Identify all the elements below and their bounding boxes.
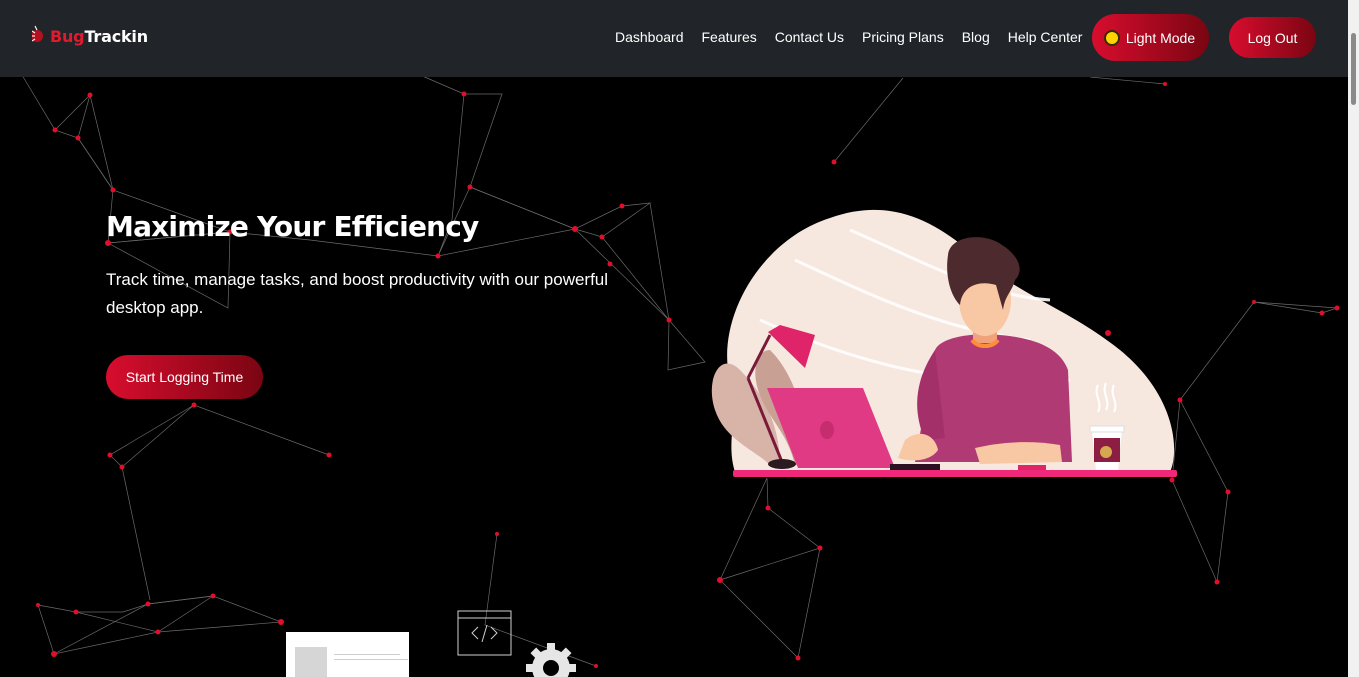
- bug-logo-icon: [31, 23, 48, 49]
- desk-worker-illustration: [711, 209, 1177, 477]
- logout-button[interactable]: Log Out: [1229, 17, 1316, 58]
- code-window-icon: [457, 610, 512, 656]
- start-logging-time-button[interactable]: Start Logging Time: [106, 355, 263, 399]
- gear-icon: [526, 643, 576, 677]
- hero-title: Maximize Your Efficiency: [106, 210, 479, 243]
- card-line: [334, 654, 400, 655]
- card-line: [334, 659, 408, 660]
- card-thumbnail: [295, 647, 327, 677]
- page-scrollbar[interactable]: [1348, 0, 1359, 677]
- sun-icon: [1105, 31, 1118, 44]
- feature-card-preview: [286, 632, 409, 677]
- nav-links: Dashboard Features Contact Us Pricing Pl…: [606, 26, 1091, 49]
- hero-subtitle: Track time, manage tasks, and boost prod…: [106, 270, 609, 317]
- nav-dashboard[interactable]: Dashboard: [606, 26, 693, 49]
- scrollbar-thumb[interactable]: [1351, 33, 1356, 105]
- nav-pricing-plans[interactable]: Pricing Plans: [853, 26, 953, 49]
- light-mode-button[interactable]: Light Mode: [1092, 14, 1209, 61]
- nav-blog[interactable]: Blog: [953, 26, 999, 49]
- start-logging-time-label: Start Logging Time: [125, 369, 244, 385]
- nav-features[interactable]: Features: [693, 26, 766, 49]
- brand-logo[interactable]: BugTrackin: [31, 22, 148, 50]
- light-mode-label: Light Mode: [1125, 29, 1196, 46]
- nav-contact-us[interactable]: Contact Us: [766, 26, 853, 49]
- top-navbar: BugTrackin Dashboard Features Contact Us…: [0, 0, 1348, 77]
- brand-name-red: Bug: [50, 26, 85, 46]
- brand-name-white: Trackin: [84, 26, 148, 46]
- logout-label: Log Out: [1247, 29, 1298, 46]
- nav-help-center[interactable]: Help Center: [999, 26, 1092, 49]
